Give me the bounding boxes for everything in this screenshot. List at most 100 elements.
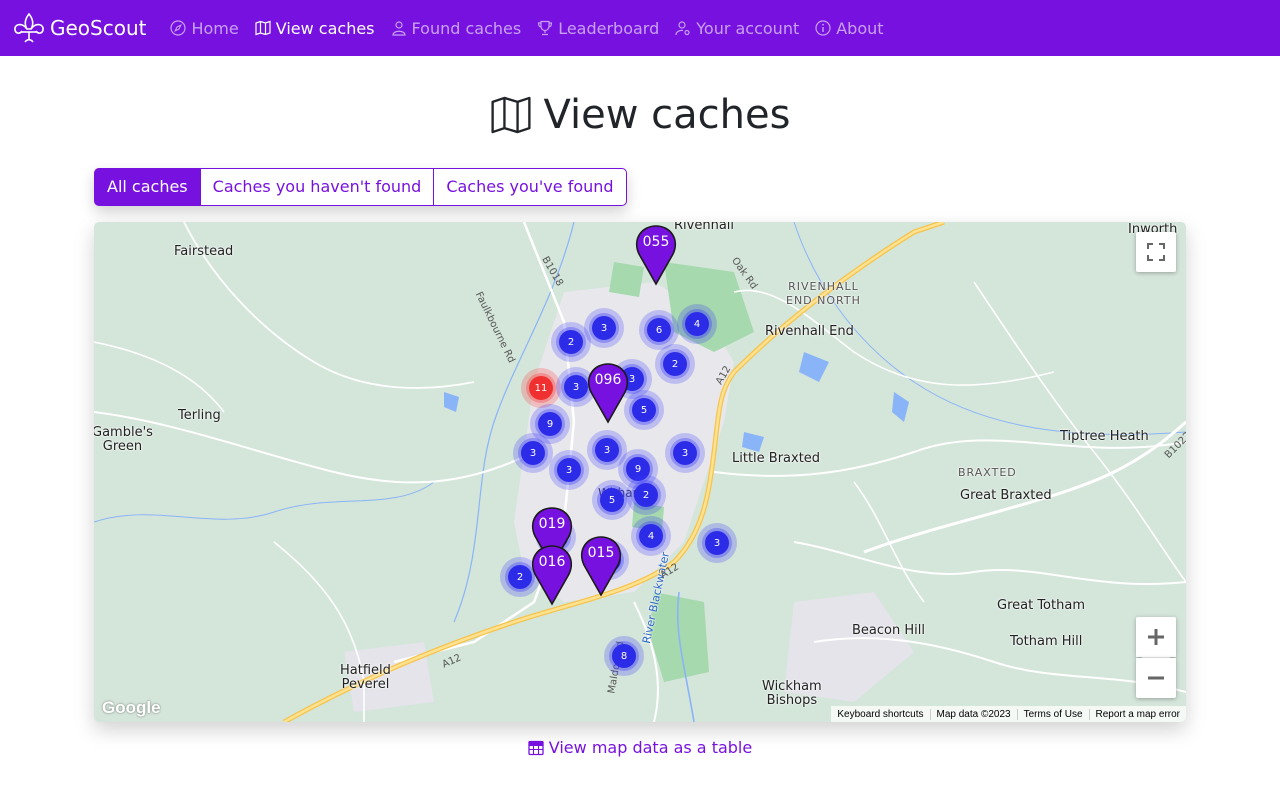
cluster-count: 3 [595,438,619,462]
cache-cluster[interactable]: 8 [604,636,644,676]
map-data-label: Map data ©2023 [929,708,1017,720]
compass-icon [170,20,187,36]
page-title: View caches [543,92,791,138]
keyboard-shortcuts-link[interactable]: Keyboard shortcuts [831,709,929,720]
view-as-table-link[interactable]: View map data as a table [0,738,1280,757]
main-nav: Home View caches Found caches Leaderboar… [170,19,899,38]
cache-map[interactable]: Rivenhall Inworth Fairstead RIVENHALL EN… [94,222,1186,722]
cache-pin[interactable]: 015 [579,535,623,597]
cache-cluster[interactable]: 4 [631,516,671,556]
fullscreen-icon [1147,243,1165,261]
cluster-count: 2 [634,483,658,507]
place-little-braxted: Little Braxted [732,451,821,466]
plus-icon [1148,629,1164,645]
place-rivenhall-end-north: RIVENHALL END NORTH [786,280,861,307]
map-attribution: Keyboard shortcuts Map data ©2023 Terms … [831,706,1186,722]
map-icon [490,96,531,134]
place-rivenhall: Rivenhall [674,222,735,233]
nav-your-account-label: Your account [696,18,800,38]
navbar: GeoScout Home View caches Found caches L… [0,0,1280,56]
nav-found-caches[interactable]: Found caches [391,18,522,38]
cache-pin[interactable]: 096 [586,362,630,424]
cache-cluster[interactable]: 4 [677,304,717,344]
zoom-in-button[interactable] [1136,617,1176,657]
cache-pin[interactable]: 016 [530,544,574,606]
cluster-count: 3 [521,441,545,465]
cache-cluster[interactable]: 2 [655,344,695,384]
cache-cluster[interactable]: 11 [521,368,561,408]
nav-view-caches-label: View caches [275,18,375,38]
place-great-totham: Great Totham [997,598,1085,613]
cluster-count: 4 [685,312,709,336]
cluster-count: 3 [564,375,588,399]
nav-about-label: About [836,18,884,38]
page-header: View caches [0,92,1280,138]
minus-icon [1148,676,1164,680]
place-fairstead: Fairstead [174,244,234,259]
place-braxted: BRAXTED [958,466,1017,479]
cluster-count: 5 [600,488,624,512]
trophy-icon [538,20,553,36]
place-great-braxted: Great Braxted [960,488,1052,503]
cluster-count: 3 [705,531,729,555]
cluster-count: 4 [639,524,663,548]
cluster-count: 9 [538,412,562,436]
cluster-count: 2 [508,565,532,589]
filter-found-button[interactable]: Caches you've found [433,168,627,206]
place-terling: Terling [178,408,221,423]
report-map-error-link[interactable]: Report a map error [1088,708,1186,720]
place-wickham-bishops: Wickham Bishops [762,679,822,708]
cache-cluster[interactable]: 3 [697,523,737,563]
nav-view-caches[interactable]: View caches [255,19,375,38]
cache-cluster[interactable]: 3 [665,433,705,473]
cluster-count: 8 [612,644,636,668]
info-icon [815,20,831,36]
filter-not-found-button[interactable]: Caches you haven't found [199,168,435,206]
nav-about[interactable]: About [815,18,884,38]
cluster-count: 3 [592,316,616,340]
place-totham-hill: Totham Hill [1010,634,1083,649]
pin-label: 019 [538,516,566,532]
pin-label: 016 [538,554,566,570]
person-icon [391,21,406,36]
place-hatfield-peverel: Hatfield Peverel [340,663,391,692]
cache-pin[interactable]: 055 [634,224,678,286]
cache-cluster[interactable]: 5 [624,390,664,430]
place-gambles-green: Gamble's Green [94,425,153,454]
nav-found-caches-label: Found caches [411,18,522,38]
cluster-count: 2 [559,330,583,354]
person-gear-icon [675,21,690,36]
nav-your-account[interactable]: Your account [675,19,799,38]
fullscreen-button[interactable] [1136,232,1176,272]
terms-of-use-link[interactable]: Terms of Use [1016,708,1089,720]
nav-leaderboard-label: Leaderboard [558,18,660,38]
google-logo: Google [102,698,161,717]
cluster-count: 3 [673,441,697,465]
cluster-count: 5 [632,398,656,422]
pin-label: 015 [587,545,615,561]
view-as-table-label: View map data as a table [548,738,753,757]
map-icon [255,20,271,36]
pin-label: 096 [594,372,622,388]
place-rivenhall-end: Rivenhall End [765,324,854,339]
cache-cluster[interactable]: 3 [513,433,553,473]
brand-link[interactable]: GeoScout [12,12,146,44]
zoom-out-button[interactable] [1136,658,1176,698]
cluster-count: 3 [557,458,581,482]
pin-label: 055 [642,234,670,250]
cache-cluster[interactable]: 3 [549,450,589,490]
filter-all-caches-button[interactable]: All caches [94,168,201,206]
brand-name: GeoScout [50,16,147,40]
place-tiptree-heath: Tiptree Heath [1060,429,1149,444]
place-beacon-hill: Beacon Hill [852,623,925,638]
cluster-count: 11 [529,376,553,400]
cache-filter-group: All caches Caches you haven't found Cach… [94,168,627,206]
nav-leaderboard[interactable]: Leaderboard [537,19,659,38]
nav-home-label: Home [191,18,239,38]
table-icon [528,740,544,755]
cache-cluster[interactable]: 2 [551,322,591,362]
cluster-count: 6 [647,318,671,342]
nav-home[interactable]: Home [170,18,239,38]
cluster-count: 2 [663,352,687,376]
cache-cluster[interactable]: 2 [626,475,666,515]
